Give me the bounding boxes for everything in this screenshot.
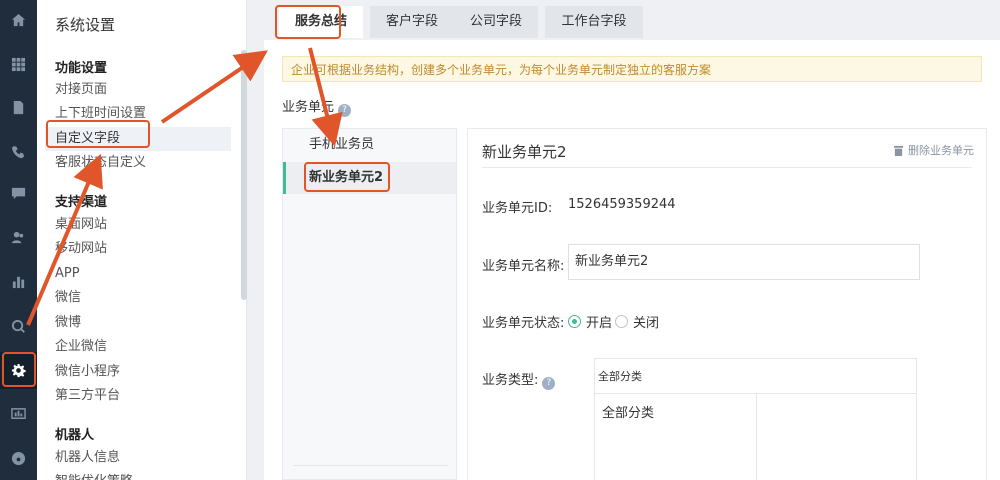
radio-dot xyxy=(568,315,581,328)
detail-divider xyxy=(482,167,972,168)
units-label: 业务单元? xyxy=(282,96,352,117)
phone-icon[interactable] xyxy=(0,134,37,171)
menu-item-desktop-site[interactable]: 桌面网站 xyxy=(55,213,231,237)
status-off-label: 关闭 xyxy=(633,316,660,331)
status-off-radio[interactable]: 关闭 xyxy=(615,312,659,331)
business-type-selector: 全部分类 全部分类 xyxy=(594,358,917,480)
unit-name-input[interactable]: 新业务单元2 xyxy=(568,244,920,280)
unit-id-label: 业务单元ID: xyxy=(482,201,553,216)
chat-icon[interactable] xyxy=(0,175,37,212)
status-on-label: 开启 xyxy=(586,316,613,331)
menu-item-agent-status[interactable]: 客服状态自定义 xyxy=(55,151,231,175)
unit-item-new-2[interactable]: 新业务单元2 xyxy=(283,162,456,194)
settings-menu: 系统设置 功能设置 对接页面 上下班时间设置 自定义字段 客服状态自定义 支持渠… xyxy=(37,0,247,480)
gauge-icon[interactable] xyxy=(0,440,37,477)
tab-workbench-fields[interactable]: 工作台字段 xyxy=(545,6,643,38)
app-root: { "sidebar": { "title": "系统设置", "groups"… xyxy=(0,0,1000,480)
unit-status-label: 业务单元状态: xyxy=(482,316,565,331)
help-icon[interactable]: ? xyxy=(338,103,352,117)
tab-customer-fields[interactable]: 客户字段 xyxy=(370,6,454,38)
type-category-column: 全部分类 xyxy=(595,394,757,480)
info-notice: 企业可根据业务结构，创建多个业务单元，为每个业务单元制定独立的客服方案 xyxy=(282,56,982,82)
unit-id-value: 1526459359244 xyxy=(568,197,676,212)
tab-bar: 服务总结 客户字段 公司字段 工作台字段 xyxy=(248,0,1000,40)
unit-detail-panel: 新业务单元2 删除业务单元 业务单元ID: 1526459359244 业务单元… xyxy=(467,128,987,480)
apps-grid-icon[interactable] xyxy=(0,46,37,83)
bar-chart-icon[interactable] xyxy=(0,263,37,300)
status-on-radio[interactable]: 开启 xyxy=(568,312,612,331)
report-icon[interactable] xyxy=(0,396,37,433)
users-icon[interactable] xyxy=(0,219,37,256)
delete-unit-button[interactable]: 删除业务单元 xyxy=(893,142,974,158)
unit-type-label-text: 业务类型: xyxy=(482,373,539,388)
main-panel: 服务总结 客户字段 公司字段 工作台字段 企业可根据业务结构，创建多个业务单元，… xyxy=(248,0,1000,480)
search-icon[interactable] xyxy=(0,308,37,345)
tab-company-fields[interactable]: 公司字段 xyxy=(454,6,538,38)
help-icon[interactable]: ? xyxy=(542,376,556,390)
delete-unit-label: 删除业务单元 xyxy=(908,144,974,157)
unit-item-mobile[interactable]: 手机业务员 xyxy=(283,129,456,161)
menu-title: 系统设置 xyxy=(55,16,116,34)
document-icon[interactable] xyxy=(0,89,37,126)
radio-dot xyxy=(615,315,628,328)
menu-item-custom-fields[interactable]: 自定义字段 xyxy=(45,127,231,151)
menu-item-integration[interactable]: 对接页面 xyxy=(55,78,231,102)
menu-item-work-hours[interactable]: 上下班时间设置 xyxy=(55,102,231,126)
menu-item-wecom[interactable]: 企业微信 xyxy=(55,335,231,359)
menu-item-mobile-site[interactable]: 移动网站 xyxy=(55,237,231,261)
gear-icon[interactable] xyxy=(0,352,37,389)
menu-scrollbar[interactable] xyxy=(241,50,247,300)
trash-icon xyxy=(893,145,904,156)
unit-detail-title: 新业务单元2 xyxy=(482,143,567,161)
menu-item-third-party[interactable]: 第三方平台 xyxy=(55,384,231,408)
menu-item-app[interactable]: APP xyxy=(55,262,231,286)
type-category-item[interactable]: 全部分类 xyxy=(602,402,654,421)
menu-item-robot-info[interactable]: 机器人信息 xyxy=(55,446,231,470)
icon-rail xyxy=(0,0,37,480)
menu-group-features: 功能设置 xyxy=(55,61,108,76)
unit-name-label: 业务单元名称: xyxy=(482,259,565,274)
menu-item-wechat[interactable]: 微信 xyxy=(55,286,231,310)
home-icon[interactable] xyxy=(0,2,37,39)
menu-group-channels: 支持渠道 xyxy=(55,195,108,210)
units-label-text: 业务单元 xyxy=(282,100,335,115)
content-area: 企业可根据业务结构，创建多个业务单元，为每个业务单元制定独立的客服方案 业务单元… xyxy=(264,40,1000,480)
menu-item-weibo[interactable]: 微博 xyxy=(55,311,231,335)
unit-list-footer xyxy=(293,465,448,479)
menu-item-robot-strategy[interactable]: 智能优化策略 xyxy=(55,470,231,480)
menu-item-mini-program[interactable]: 微信小程序 xyxy=(55,360,231,384)
menu-group-robot: 机器人 xyxy=(55,428,95,443)
unit-list: 手机业务员 新业务单元2 xyxy=(282,128,457,480)
unit-type-label: 业务类型:? xyxy=(482,369,556,390)
type-selector-header: 全部分类 xyxy=(595,359,916,394)
tab-service-summary[interactable]: 服务总结 xyxy=(279,6,363,38)
